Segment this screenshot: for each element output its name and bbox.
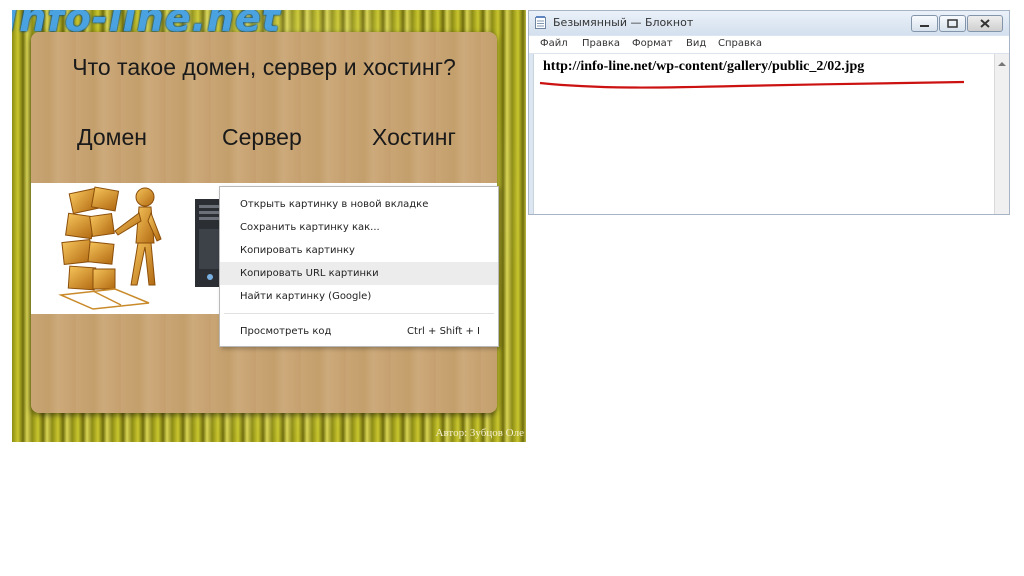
menu-item-label: Копировать URL картинки: [240, 268, 379, 279]
author-caption: Автор: Зубцов Оле: [435, 427, 524, 439]
menu-separator: [224, 313, 494, 314]
menu-edit[interactable]: Правка: [582, 38, 620, 49]
close-icon: [980, 19, 990, 28]
editor-text: http://info-line.net/wp-content/gallery/…: [543, 59, 865, 74]
minimize-button[interactable]: [911, 15, 938, 32]
menu-item-label: Открыть картинку в новой вкладке: [240, 199, 429, 210]
maximize-icon: [947, 19, 958, 28]
vertical-scrollbar[interactable]: [994, 54, 1009, 214]
term-server: Сервер: [222, 124, 302, 150]
window-title: Безымянный — Блокнот: [553, 16, 694, 29]
menu-item-search-image-google[interactable]: Найти картинку (Google): [220, 285, 498, 308]
menu-item-copy-image[interactable]: Копировать картинку: [220, 239, 498, 262]
menu-item-shortcut: Ctrl + Shift + I: [407, 326, 480, 337]
menu-item-copy-image-url[interactable]: Копировать URL картинки: [220, 262, 498, 285]
window-titlebar[interactable]: Безымянный — Блокнот: [529, 11, 1009, 35]
term-hosting: Хостинг: [372, 124, 456, 150]
menu-format[interactable]: Формат: [632, 38, 673, 49]
menu-item-label: Сохранить картинку как...: [240, 222, 380, 233]
minimize-icon: [920, 25, 929, 27]
notepad-icon: [535, 16, 546, 29]
menu-item-label: Найти картинку (Google): [240, 291, 372, 302]
domain-illustration[interactable]: [53, 185, 171, 311]
notepad-window: Безымянный — Блокнот Файл Правка Формат …: [528, 10, 1010, 215]
menu-item-label: Просмотреть код: [240, 326, 332, 337]
scroll-up-arrow-icon[interactable]: [997, 60, 1007, 68]
term-domain: Домен: [77, 124, 147, 150]
menu-help[interactable]: Справка: [718, 38, 762, 49]
text-editor-area[interactable]: http://info-line.net/wp-content/gallery/…: [533, 54, 994, 214]
maximize-button[interactable]: [939, 15, 966, 32]
close-button[interactable]: [967, 15, 1003, 32]
menu-file[interactable]: Файл: [540, 38, 568, 49]
menu-item-label: Копировать картинку: [240, 245, 355, 256]
red-underline-annotation: [539, 80, 965, 89]
menu-item-save-image-as[interactable]: Сохранить картинку как...: [220, 216, 498, 239]
slide-title: Что такое домен, сервер и хостинг?: [72, 54, 456, 80]
context-menu: Открыть картинку в новой вкладке Сохрани…: [219, 186, 499, 347]
menu-bar: Файл Правка Формат Вид Справка: [529, 36, 1009, 54]
menu-item-open-image-new-tab[interactable]: Открыть картинку в новой вкладке: [220, 193, 498, 216]
menu-item-inspect[interactable]: Просмотреть код Ctrl + Shift + I: [220, 320, 498, 343]
menu-view[interactable]: Вид: [686, 38, 706, 49]
